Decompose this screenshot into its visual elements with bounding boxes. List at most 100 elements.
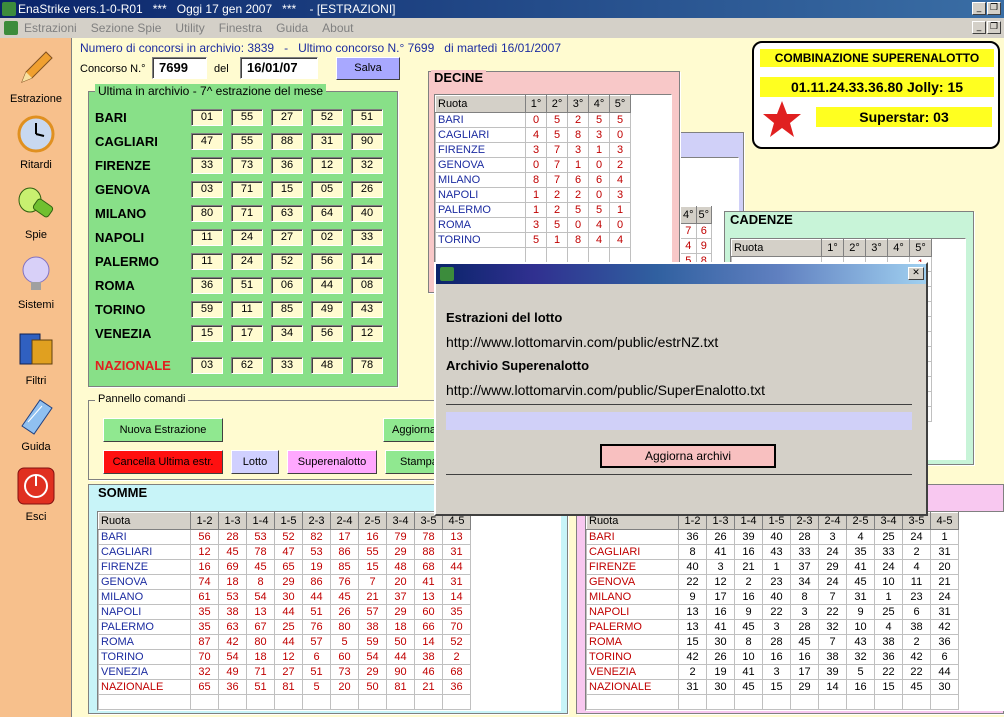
nazionale-number-field[interactable]: 48 (311, 357, 343, 374)
table-row[interactable]: NAZIONALE 31 30 45 15 29 14 16 15 45 30 (586, 679, 959, 695)
table-row[interactable]: NAZIONALE 65 36 51 81 5 20 50 81 21 36 (98, 679, 471, 695)
number-field[interactable]: 71 (231, 205, 263, 222)
date-input[interactable]: 16/01/07 (240, 57, 318, 79)
table-row[interactable]: CAGLIARI 12 45 78 47 53 86 55 29 88 31 (98, 544, 471, 560)
table-row[interactable]: BARI 36 26 39 40 28 3 4 25 24 1 (586, 529, 959, 545)
number-field[interactable]: 56 (311, 325, 343, 342)
nazionale-number-field[interactable]: 03 (191, 357, 223, 374)
number-field[interactable]: 73 (231, 157, 263, 174)
save-button[interactable]: Salva (336, 57, 400, 80)
table-row[interactable]: FIRENZE 3 7 3 1 3 (435, 142, 631, 158)
number-field[interactable]: 43 (351, 301, 383, 318)
number-field[interactable]: 06 (271, 277, 303, 294)
number-field[interactable]: 31 (311, 133, 343, 150)
superenalotto-button[interactable]: Superenalotto (287, 450, 377, 474)
number-field[interactable]: 24 (231, 253, 263, 270)
number-field[interactable]: 24 (231, 229, 263, 246)
table-row[interactable]: PALERMO 1 2 5 5 1 (435, 202, 631, 218)
number-field[interactable]: 59 (191, 301, 223, 318)
table-row[interactable]: CAGLIARI 4 5 8 3 0 (435, 127, 631, 143)
number-field[interactable]: 17 (231, 325, 263, 342)
number-field[interactable]: 08 (351, 277, 383, 294)
menu-sezione-spie[interactable]: Sezione Spie (91, 21, 162, 35)
table-row[interactable]: FIRENZE 16 69 45 65 19 85 15 48 68 44 (98, 559, 471, 575)
number-field[interactable]: 44 (311, 277, 343, 294)
number-field[interactable]: 47 (191, 133, 223, 150)
menu-about[interactable]: About (322, 21, 353, 35)
nazionale-number-field[interactable]: 78 (351, 357, 383, 374)
number-field[interactable]: 27 (271, 109, 303, 126)
nazionale-number-field[interactable]: 33 (271, 357, 303, 374)
dialog-url-lotto[interactable]: http://www.lottomarvin.com/public/estrNZ… (446, 334, 718, 350)
number-field[interactable]: 15 (191, 325, 223, 342)
restore-icon[interactable]: ❐ (987, 2, 1001, 15)
lotto-button[interactable]: Lotto (231, 450, 279, 474)
nuova-estrazione-button[interactable]: Nuova Estrazione (103, 418, 223, 442)
number-field[interactable]: 12 (311, 157, 343, 174)
table-row[interactable]: BARI 0 5 2 5 5 (435, 112, 631, 128)
number-field[interactable]: 11 (191, 253, 223, 270)
table-row[interactable]: MILANO 9 17 16 40 8 7 31 1 23 24 (586, 589, 959, 605)
number-field[interactable]: 36 (191, 277, 223, 294)
sidebar-item-filtri[interactable]: Filtri (0, 330, 72, 387)
table-row[interactable]: FIRENZE 40 3 21 1 37 29 41 24 4 20 (586, 559, 959, 575)
nazionale-number-field[interactable]: 62 (231, 357, 263, 374)
number-field[interactable]: 27 (271, 229, 303, 246)
sidebar-item-esci[interactable]: Esci (0, 466, 72, 523)
number-field[interactable]: 02 (311, 229, 343, 246)
sidebar-item-guida[interactable]: Guida (0, 396, 72, 453)
number-field[interactable]: 51 (231, 277, 263, 294)
child-restore-icon[interactable]: ❐ (987, 21, 1001, 34)
number-field[interactable]: 64 (311, 205, 343, 222)
table-row[interactable]: GENOVA 74 18 8 29 86 76 7 20 41 31 (98, 574, 471, 590)
number-field[interactable]: 36 (271, 157, 303, 174)
table-row[interactable]: ROMA 87 42 80 44 57 5 59 50 14 52 (98, 634, 471, 650)
table-row[interactable]: TORINO 42 26 10 16 16 38 32 36 42 6 (586, 649, 959, 665)
table-row[interactable]: 49 (680, 238, 713, 254)
number-field[interactable]: 80 (191, 205, 223, 222)
number-field[interactable]: 85 (271, 301, 303, 318)
aggiorna-archivi-button[interactable]: Aggiorna archivi (600, 444, 776, 468)
minimize-icon[interactable]: _ (972, 2, 986, 15)
number-field[interactable]: 71 (231, 181, 263, 198)
table-row[interactable]: PALERMO 35 63 67 25 76 80 38 18 66 70 (98, 619, 471, 635)
sidebar-item-sistemi[interactable]: Sistemi (0, 254, 72, 311)
number-field[interactable]: 11 (231, 301, 263, 318)
table-row[interactable]: TORINO 70 54 18 12 6 60 54 44 38 2 (98, 649, 471, 665)
number-field[interactable]: 32 (351, 157, 383, 174)
table-row[interactable]: NAPOLI 13 16 9 22 3 22 9 25 6 31 (586, 604, 959, 620)
dialog-url-superenalotto[interactable]: http://www.lottomarvin.com/public/SuperE… (446, 382, 765, 398)
number-field[interactable]: 14 (351, 253, 383, 270)
table-row[interactable]: 76 (680, 223, 713, 239)
number-field[interactable]: 34 (271, 325, 303, 342)
table-row[interactable]: MILANO 8 7 6 6 4 (435, 172, 631, 188)
child-minimize-icon[interactable]: _ (972, 21, 986, 34)
sidebar-item-ritardi[interactable]: Ritardi (0, 114, 72, 171)
table-row[interactable]: CAGLIARI 8 41 16 43 33 24 35 33 2 31 (586, 544, 959, 560)
number-field[interactable]: 40 (351, 205, 383, 222)
number-field[interactable]: 49 (311, 301, 343, 318)
number-field[interactable]: 33 (191, 157, 223, 174)
concorso-input[interactable]: 7699 (152, 57, 207, 79)
cancella-button[interactable]: Cancella Ultima estr. (103, 450, 223, 474)
number-field[interactable]: 90 (351, 133, 383, 150)
sidebar-item-estrazione[interactable]: Estrazione (0, 48, 72, 105)
number-field[interactable]: 55 (231, 109, 263, 126)
table-row[interactable]: VENEZIA 32 49 71 27 51 73 29 90 46 68 (98, 664, 471, 680)
menu-guida[interactable]: Guida (276, 21, 308, 35)
table-row[interactable]: BARI 56 28 53 52 82 17 16 79 78 13 (98, 529, 471, 545)
number-field[interactable]: 01 (191, 109, 223, 126)
number-field[interactable]: 12 (351, 325, 383, 342)
number-field[interactable]: 11 (191, 229, 223, 246)
table-row[interactable]: VENEZIA 2 19 41 3 17 39 5 22 22 44 (586, 664, 959, 680)
table-row[interactable]: MILANO 61 53 54 30 44 45 21 37 13 14 (98, 589, 471, 605)
number-field[interactable]: 51 (351, 109, 383, 126)
menu-estrazioni[interactable]: Estrazioni (24, 21, 77, 35)
number-field[interactable]: 88 (271, 133, 303, 150)
table-row[interactable]: GENOVA 0 7 1 0 2 (435, 157, 631, 173)
number-field[interactable]: 33 (351, 229, 383, 246)
number-field[interactable]: 03 (191, 181, 223, 198)
menu-finestra[interactable]: Finestra (219, 21, 262, 35)
table-row[interactable]: PALERMO 13 41 45 3 28 32 10 4 38 42 (586, 619, 959, 635)
table-row[interactable]: NAPOLI 35 38 13 44 51 26 57 29 60 35 (98, 604, 471, 620)
